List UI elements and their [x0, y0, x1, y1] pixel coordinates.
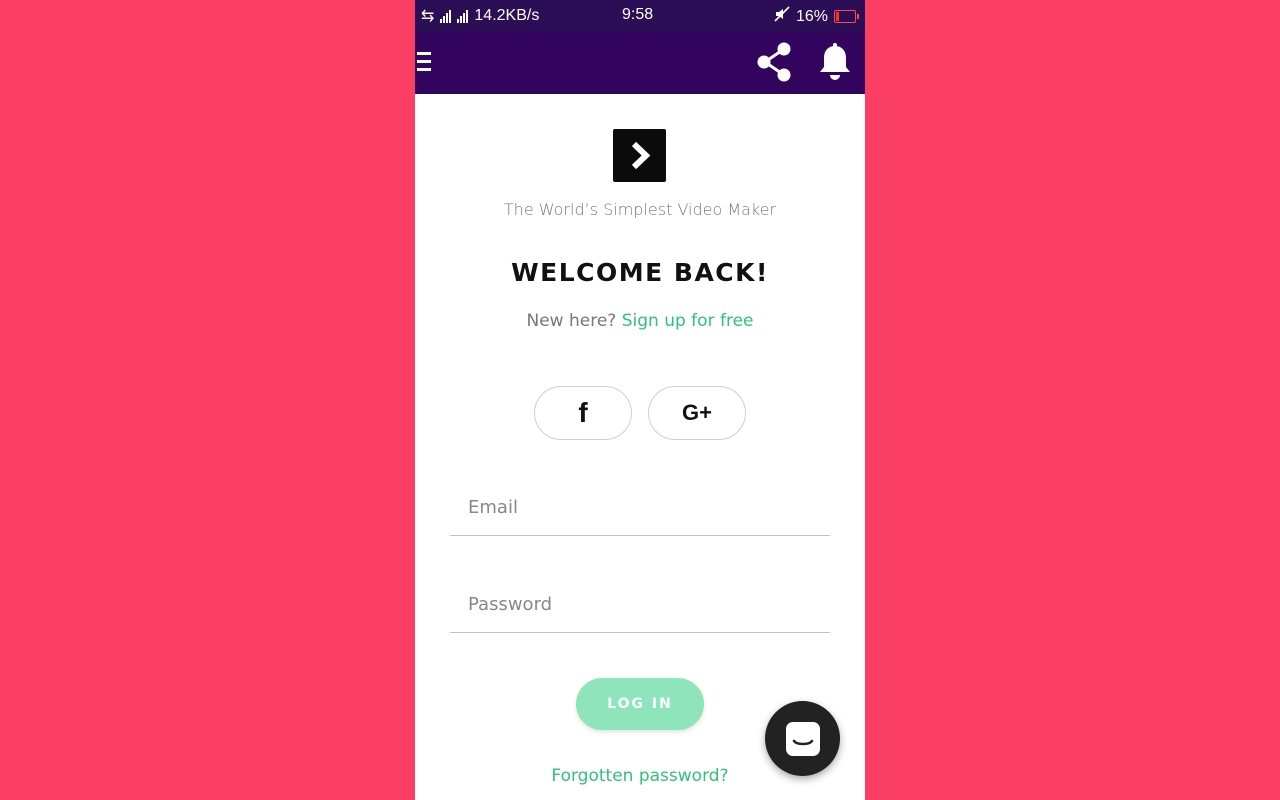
- login-content: The World’s Simplest Video Maker WELCOME…: [415, 94, 865, 800]
- share-icon[interactable]: [753, 40, 797, 84]
- data-transfer-icon: ⇆: [421, 8, 435, 25]
- signup-link[interactable]: Sign up for free: [622, 311, 754, 331]
- tagline: The World’s Simplest Video Maker: [503, 200, 777, 219]
- facebook-icon: f: [578, 397, 588, 428]
- password-field: [450, 576, 830, 633]
- new-here-text: New here?: [526, 311, 617, 331]
- status-left: ⇆ 14.2KB/s: [421, 6, 539, 26]
- status-right: 16%: [774, 6, 859, 27]
- network-speed: 14.2KB/s: [474, 7, 540, 24]
- google-plus-icon: G+: [682, 400, 712, 425]
- battery-tip: [857, 14, 859, 19]
- login-button[interactable]: LOG IN: [576, 678, 704, 730]
- signal-icon: [440, 9, 452, 23]
- menu-icon[interactable]: [417, 52, 431, 74]
- google-login-button[interactable]: G+: [648, 386, 746, 440]
- email-field: [450, 479, 830, 536]
- status-time: 9:58: [622, 6, 654, 23]
- status-bar: ⇆ 14.2KB/s 9:58 16%: [415, 0, 865, 32]
- bell-icon[interactable]: [815, 41, 855, 83]
- page-title: WELCOME BACK!: [511, 258, 769, 287]
- password-input[interactable]: [450, 576, 830, 632]
- email-input[interactable]: [450, 479, 830, 535]
- battery-percent: 16%: [795, 7, 828, 25]
- chat-icon: [785, 721, 820, 756]
- app-bar: [415, 32, 865, 94]
- facebook-login-button[interactable]: f: [534, 386, 632, 440]
- signal-icon-2: [457, 9, 469, 23]
- mute-icon: [774, 6, 790, 27]
- battery-icon: [834, 10, 856, 23]
- phone-screen: ⇆ 14.2KB/s 9:58 16% The World’s Simplest…: [415, 0, 865, 800]
- signup-prompt: New here? Sign up for free: [415, 311, 865, 331]
- chat-widget-button[interactable]: [765, 701, 840, 776]
- play-chevron-icon: [613, 129, 666, 182]
